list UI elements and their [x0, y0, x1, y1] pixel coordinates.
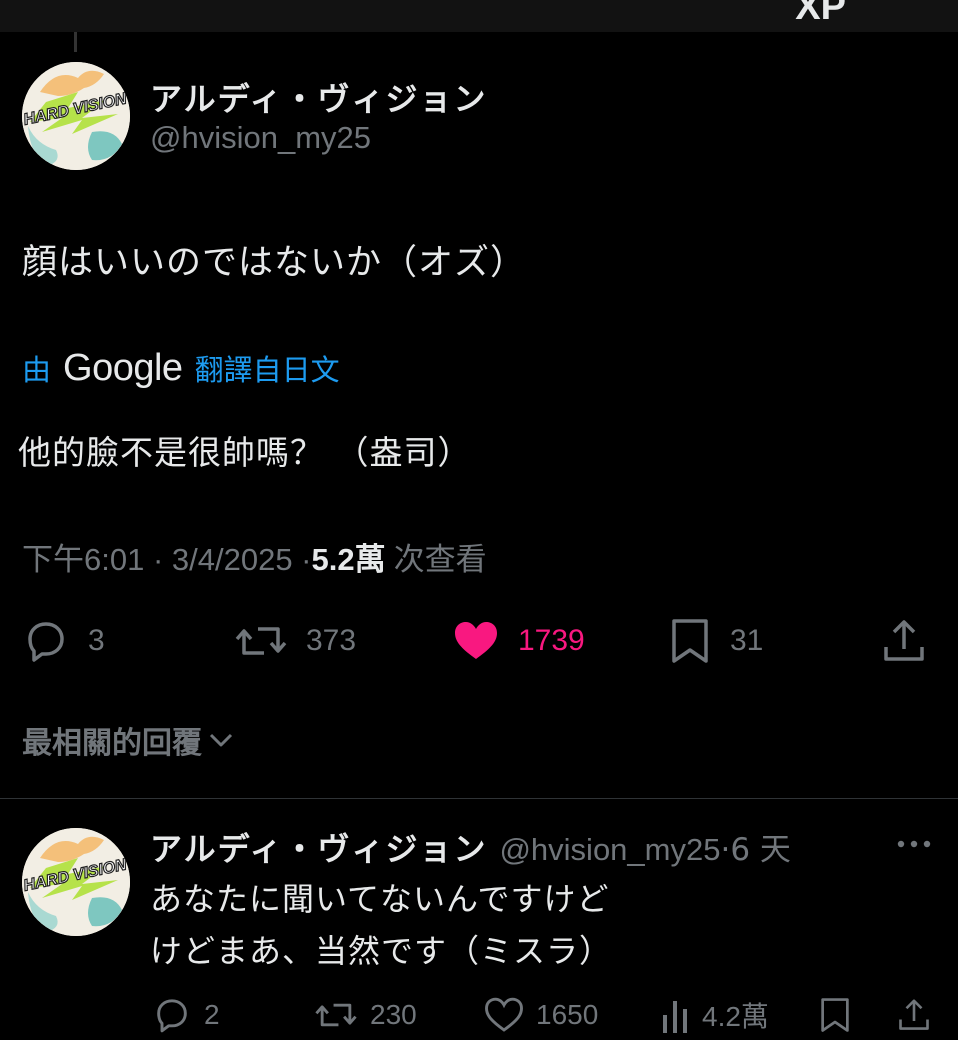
reply-button[interactable]: 3 [22, 612, 105, 670]
more-options-icon[interactable] [896, 838, 932, 850]
reply-repost-count: 230 [370, 999, 417, 1030]
reply-icon [28, 622, 64, 662]
share-button[interactable] [880, 612, 928, 670]
author-name[interactable]: アルディ・ヴィジョン [150, 74, 487, 120]
reply-views-count: 4.2萬 [702, 1001, 769, 1032]
author-handle[interactable]: @hvision_my25 [150, 120, 371, 156]
views-count: 5.2萬 [311, 542, 386, 577]
reply-bookmark-button[interactable] [818, 990, 852, 1040]
tweet-timestamp[interactable]: 下午6:01 · 3/4/2025 · [22, 534, 312, 579]
like-button[interactable]: 1739 [452, 612, 585, 670]
bookmark-icon [821, 998, 849, 1032]
author-avatar[interactable]: HARD VISION [22, 62, 130, 170]
hard-vision-logo: HARD VISION [22, 828, 130, 936]
tweet-meta: 下午6:01 · 3/4/2025 · 5.2萬 次查看 [22, 534, 487, 579]
repost-button[interactable]: 373 [234, 612, 356, 670]
reply-icon [157, 999, 187, 1033]
hard-vision-logo: HARD VISION [22, 62, 130, 170]
reply-author-avatar[interactable]: HARD VISION [22, 828, 130, 936]
section-divider [0, 798, 958, 799]
like-count: 1739 [518, 624, 585, 657]
bookmark-count: 31 [730, 624, 764, 657]
translation-suffix[interactable]: 翻譯自日文 [195, 347, 340, 389]
views-label: 次查看 [393, 542, 487, 578]
reply-views-button[interactable]: 4.2萬 [660, 990, 769, 1040]
repost-icon [315, 1003, 357, 1027]
translated-text: 他的臉不是很帥嗎？ （盎司） [18, 433, 472, 472]
reply-text-line-1: あなたに聞いてないんですけど [150, 880, 610, 918]
reply-like-button[interactable]: 1650 [484, 990, 598, 1040]
reply-like-count: 1650 [536, 999, 599, 1030]
like-icon-filled [455, 622, 497, 659]
analytics-icon [663, 1001, 687, 1033]
reply-author-name[interactable]: アルディ・ヴィジョン [150, 824, 487, 870]
chevron-down-icon [209, 733, 233, 747]
translation-prefix: 由 [22, 353, 52, 387]
like-icon [485, 997, 523, 1032]
top-bar-corner-glyph: XP [795, 0, 846, 28]
tweet-action-bar: 3 373 1739 31 [0, 612, 958, 670]
reply-count: 3 [88, 624, 105, 657]
reply-share-button[interactable] [896, 990, 932, 1040]
reply-timestamp[interactable]: ·6 天 [720, 824, 790, 869]
reply-header: アルディ・ヴィジョン @hvision_my25 ·6 天 [150, 824, 791, 870]
reply-reply-count: 2 [204, 999, 220, 1030]
bookmark-button[interactable]: 31 [668, 612, 763, 670]
repost-icon [235, 627, 287, 655]
replies-sort-label: 最相關的回覆 [22, 726, 202, 761]
replies-sort-dropdown[interactable]: 最相關的回覆 [22, 718, 236, 762]
top-bar: XP [0, 0, 958, 32]
reply-author-handle[interactable]: @hvision_my25 [499, 832, 720, 868]
reply-repost-button[interactable]: 230 [314, 990, 417, 1040]
reply-action-bar: 2 230 1650 4.2萬 [0, 990, 958, 1040]
google-logo-text: Google [63, 346, 183, 389]
tweet-text: 顔はいいのではないか（オズ） [22, 243, 527, 283]
reply-reply-button[interactable]: 2 [152, 990, 220, 1040]
share-icon [899, 999, 929, 1030]
reply-text-line-2: けどまあ、当然です（ミスラ） [150, 932, 613, 970]
bookmark-icon [672, 619, 708, 663]
repost-count: 373 [306, 624, 357, 657]
share-icon [884, 620, 924, 661]
translation-attribution[interactable]: 由 Google 翻譯自日文 [22, 346, 340, 390]
thread-connector-line [74, 32, 77, 52]
